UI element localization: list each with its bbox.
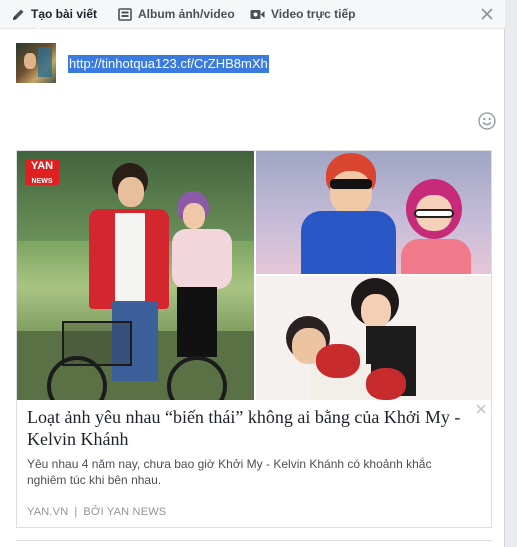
link-preview-caption[interactable]: Loạt ảnh yêu nhau “biến thái” không ai b… [17, 400, 491, 527]
composer-text-input[interactable]: http://tinhotqua123.cf/CrZHB8mXh [68, 55, 269, 73]
link-preview-source: YAN.VN | BỞI YAN NEWS [27, 506, 167, 518]
divider [16, 540, 492, 541]
tab-live-video-label: Video trực tiếp [271, 7, 356, 21]
preview-photo-sunglasses [256, 151, 491, 274]
preview-photo-boxing [256, 276, 491, 400]
emoji-button[interactable] [478, 112, 496, 130]
album-icon [118, 7, 132, 21]
tab-photo-video-album[interactable]: Album ảnh/video [118, 0, 235, 28]
post-composer: Tạo bài viết Album ảnh/video Video trực … [0, 0, 505, 547]
tab-photo-video-album-label: Album ảnh/video [138, 7, 235, 21]
pencil-icon [12, 8, 25, 21]
link-preview-card[interactable]: YAN NEWS Loạt ảnh yêu nhau “biến thái” k… [16, 150, 492, 528]
tab-create-post-label: Tạo bài viết [31, 7, 98, 21]
link-preview-image[interactable]: YAN NEWS [17, 151, 491, 400]
link-preview-title[interactable]: Loạt ảnh yêu nhau “biến thái” không ai b… [27, 406, 467, 450]
close-icon [476, 404, 486, 414]
preview-photo-couple-bicycle: YAN NEWS [17, 151, 254, 400]
tab-create-post[interactable]: Tạo bài viết [12, 0, 98, 33]
close-composer-button[interactable] [479, 6, 495, 22]
link-preview-description: Yêu nhau 4 năm nay, chưa bao giờ Khởi My… [27, 457, 432, 487]
close-icon [481, 8, 493, 20]
video-camera-icon [250, 9, 265, 20]
composer-tabs: Tạo bài viết Album ảnh/video Video trực … [0, 0, 505, 33]
link-preview-byline: BỞI YAN NEWS [83, 506, 167, 518]
avatar [16, 43, 56, 83]
emoji-icon [478, 112, 496, 130]
link-preview-domain: YAN.VN [27, 506, 69, 518]
yan-news-logo: YAN NEWS [25, 159, 59, 185]
tab-live-video[interactable]: Video trực tiếp [250, 0, 356, 28]
remove-preview-button[interactable] [475, 402, 487, 414]
